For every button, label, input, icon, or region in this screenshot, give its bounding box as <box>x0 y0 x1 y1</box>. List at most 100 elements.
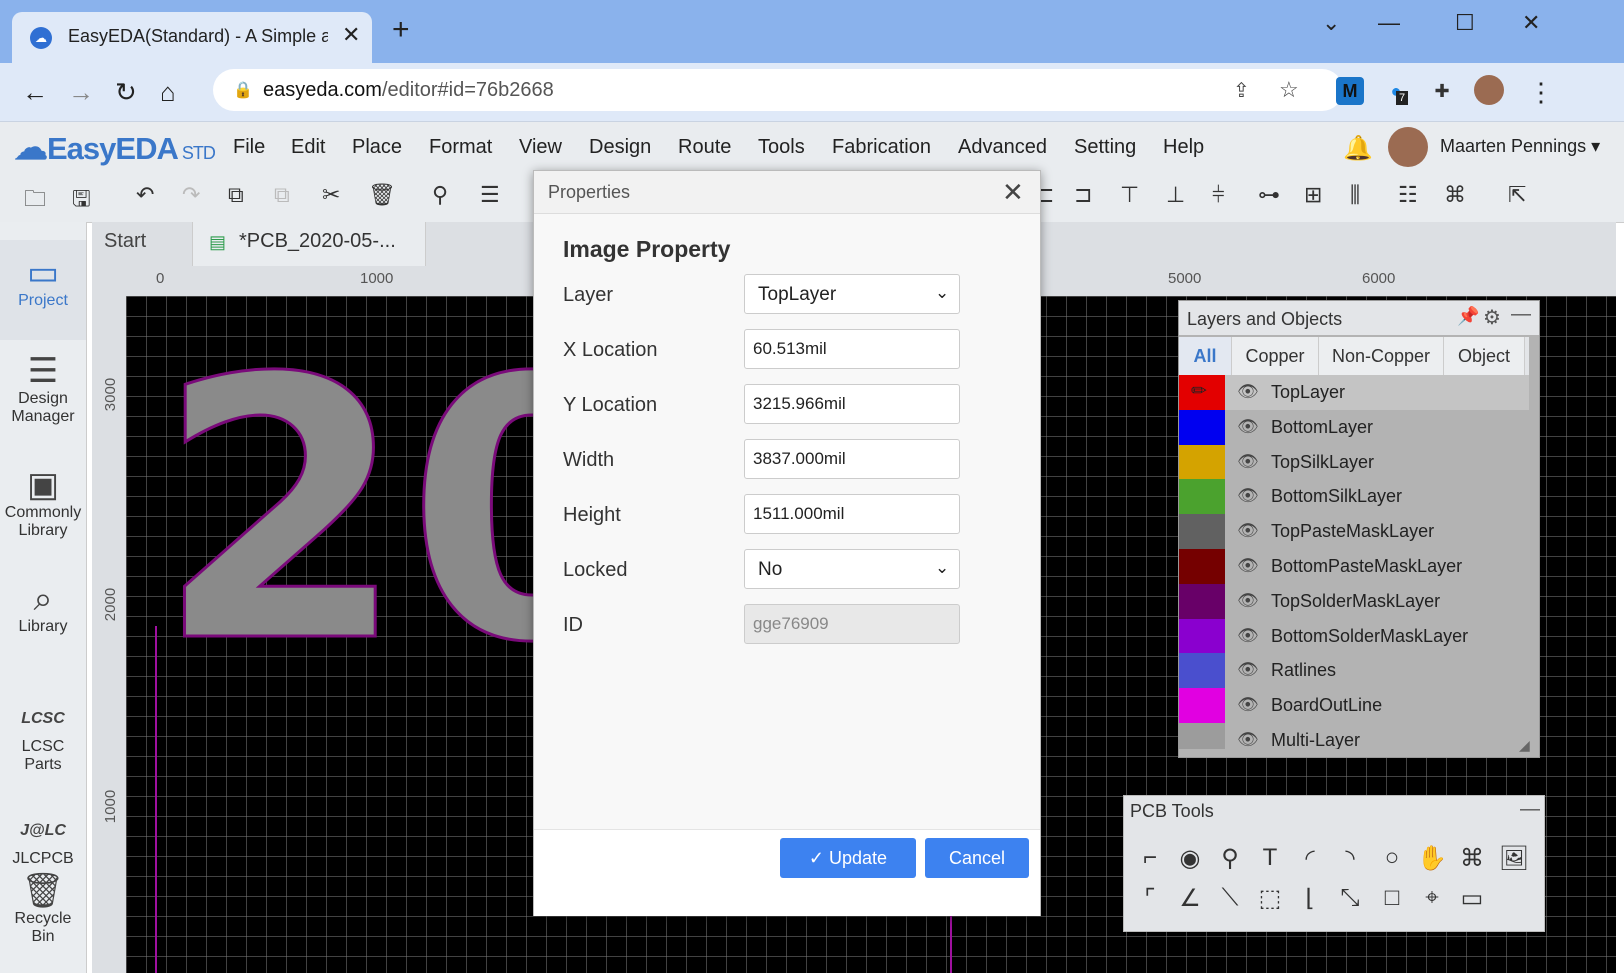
layer-color-swatch[interactable]: ✏ <box>1179 375 1225 410</box>
image-icon[interactable]: 🖼 <box>1494 844 1534 873</box>
distribute-h-icon[interactable]: ⊞ <box>1304 182 1322 208</box>
align-top-icon[interactable]: ⊤ <box>1120 182 1139 208</box>
eye-icon[interactable]: 👁 <box>1237 730 1259 749</box>
x-location-input[interactable] <box>744 329 960 369</box>
align-right-icon[interactable]: ⊐ <box>1074 182 1092 208</box>
layer-row[interactable]: 👁 Ratlines <box>1179 653 1529 689</box>
layer-row[interactable]: 👁 BottomPasteMaskLayer <box>1179 549 1529 584</box>
photo-view-icon[interactable]: ▭ <box>1452 884 1492 913</box>
duplicate-icon[interactable]: ⧉ <box>228 182 244 208</box>
sidebar-item-recycle-bin[interactable]: 🗑 Recycle Bin <box>0 872 86 946</box>
bookmark-star-icon[interactable]: ☆ <box>1279 77 1299 103</box>
find-icon[interactable]: ☰ <box>480 182 500 208</box>
canvas-origin-icon[interactable]: ⌖ <box>1412 884 1452 912</box>
track-icon[interactable]: ⌐ <box>1130 844 1170 872</box>
dialog-header[interactable]: Properties ✕ <box>534 171 1040 214</box>
home-icon[interactable]: ⌂ <box>160 77 176 108</box>
menu-file[interactable]: File <box>233 136 265 159</box>
layers-tab-copper[interactable]: Copper <box>1232 337 1319 375</box>
undo-icon[interactable]: ↶ <box>136 182 154 208</box>
center-arc-icon[interactable]: ◝ <box>1330 844 1370 873</box>
tab-search-chevron-icon[interactable]: ⌄ <box>1322 10 1340 36</box>
eye-icon[interactable]: 👁 <box>1237 556 1259 576</box>
open-folder-icon[interactable]: 🗀 <box>24 182 46 220</box>
sidebar-item-lcsc-parts[interactable]: LCSC LCSC Parts <box>0 700 86 774</box>
layer-row[interactable]: 👁 BottomLayer <box>1179 409 1529 445</box>
menu-setting[interactable]: Setting <box>1074 136 1136 159</box>
layers-tab-non-copper[interactable]: Non-Copper <box>1319 337 1444 375</box>
layer-row[interactable]: 👁 TopSilkLayer <box>1179 444 1529 480</box>
address-bar[interactable]: 🔒 easyeda.com/editor#id=76b2668 ⇪ ☆ <box>213 69 1343 111</box>
eye-icon[interactable]: 👁 <box>1237 417 1259 437</box>
dimension-icon[interactable]: ⌜ <box>1130 884 1170 913</box>
layer-row[interactable]: 👁 Multi-Layer <box>1179 723 1529 749</box>
menu-design[interactable]: Design <box>589 136 651 159</box>
close-window-button[interactable]: ✕ <box>1522 10 1540 36</box>
layer-row[interactable]: 👁 BottomSilkLayer <box>1179 479 1529 515</box>
save-icon[interactable]: 🖫 <box>72 182 91 220</box>
layer-color-swatch[interactable] <box>1179 653 1225 689</box>
paste-icon[interactable]: ⧉ <box>274 182 290 208</box>
circle-icon[interactable]: ○ <box>1372 844 1412 872</box>
sidebar-item-project[interactable]: ▭ Project <box>0 240 86 340</box>
share-icon[interactable]: ⇪ <box>1233 78 1250 103</box>
text-icon[interactable]: T <box>1250 844 1290 872</box>
layer-color-swatch[interactable] <box>1179 409 1225 445</box>
menu-tools[interactable]: Tools <box>758 136 805 159</box>
menu-format[interactable]: Format <box>429 136 492 159</box>
layer-row[interactable]: 👁 TopPasteMaskLayer <box>1179 514 1529 550</box>
eye-icon[interactable]: 👁 <box>1237 486 1259 506</box>
cancel-button[interactable]: Cancel <box>925 838 1029 878</box>
eye-icon[interactable]: 👁 <box>1237 521 1259 541</box>
menu-route[interactable]: Route <box>678 136 731 159</box>
solid-region-icon[interactable]: ⬚ <box>1250 884 1290 913</box>
menu-fabrication[interactable]: Fabrication <box>832 136 931 159</box>
close-icon[interactable]: ✕ <box>1002 177 1024 208</box>
eye-icon[interactable]: 👁 <box>1237 382 1259 402</box>
layer-color-swatch[interactable] <box>1179 688 1225 724</box>
lock-icon[interactable]: 🔒 <box>233 80 253 100</box>
reload-icon[interactable]: ↻ <box>115 77 137 108</box>
align-vcenter-icon[interactable]: ⊶ <box>1258 182 1280 208</box>
layer-color-swatch[interactable] <box>1179 444 1225 480</box>
menu-view[interactable]: View <box>519 136 562 159</box>
measure-icon[interactable]: ⤡ <box>1330 884 1370 912</box>
minimize-panel-icon[interactable]: — <box>1511 303 1531 326</box>
menu-place[interactable]: Place <box>352 136 402 159</box>
align-bottom-icon[interactable]: ⊥ <box>1166 182 1185 208</box>
ghost-extension-icon[interactable]: ●7 <box>1382 77 1410 105</box>
new-tab-button[interactable]: + <box>392 15 410 45</box>
layer-color-swatch[interactable] <box>1179 618 1225 654</box>
connect-pad-icon[interactable]: ⟍ <box>1210 884 1250 912</box>
menu-advanced[interactable]: Advanced <box>958 136 1047 159</box>
url-text[interactable]: easyeda.com/editor#id=76b2668 <box>263 79 554 102</box>
sidebar-item-library[interactable]: ⌕ Library <box>0 580 86 636</box>
layer-color-swatch[interactable] <box>1179 723 1225 749</box>
align-grid-icon[interactable]: ☷ <box>1398 182 1418 208</box>
align-hcenter-icon[interactable]: ⫩ <box>1212 182 1225 208</box>
angle-icon[interactable]: ∠ <box>1170 884 1210 913</box>
via-icon[interactable]: ⚲ <box>1210 844 1250 873</box>
back-icon[interactable]: ← <box>22 77 48 108</box>
update-button[interactable]: ✓ Update <box>780 838 916 878</box>
browser-tab[interactable]: ☁ EasyEDA(Standard) - A Simple an ✕ <box>12 12 372 63</box>
menu-edit[interactable]: Edit <box>291 136 325 159</box>
gear-icon[interactable]: ⚙ <box>1483 305 1501 330</box>
eye-icon[interactable]: 👁 <box>1237 591 1259 611</box>
eye-icon[interactable]: 👁 <box>1237 452 1259 472</box>
browser-menu-icon[interactable]: ⋮ <box>1528 77 1554 108</box>
forward-icon[interactable]: → <box>68 77 94 108</box>
layers-tab-object[interactable]: Object <box>1444 337 1525 375</box>
cut-icon[interactable]: ✂ <box>322 182 340 208</box>
eye-icon[interactable]: 👁 <box>1237 660 1259 680</box>
hand-icon[interactable]: ✋ <box>1412 844 1452 873</box>
layer-row[interactable]: 👁 BottomSolderMaskLayer <box>1179 618 1529 654</box>
sidebar-item-commonly-library[interactable]: ▣ Commonly Library <box>0 466 86 540</box>
eye-icon[interactable]: 👁 <box>1237 695 1259 715</box>
eye-icon[interactable]: 👁 <box>1237 626 1259 646</box>
user-menu[interactable]: Maarten Pennings ▾ <box>1440 136 1600 157</box>
minimize-panel-icon[interactable]: — <box>1520 798 1540 821</box>
copper-area-icon[interactable]: ⌘ <box>1452 844 1492 873</box>
layer-color-swatch[interactable] <box>1179 514 1225 550</box>
layer-row[interactable]: 👁 BoardOutLine <box>1179 688 1529 724</box>
